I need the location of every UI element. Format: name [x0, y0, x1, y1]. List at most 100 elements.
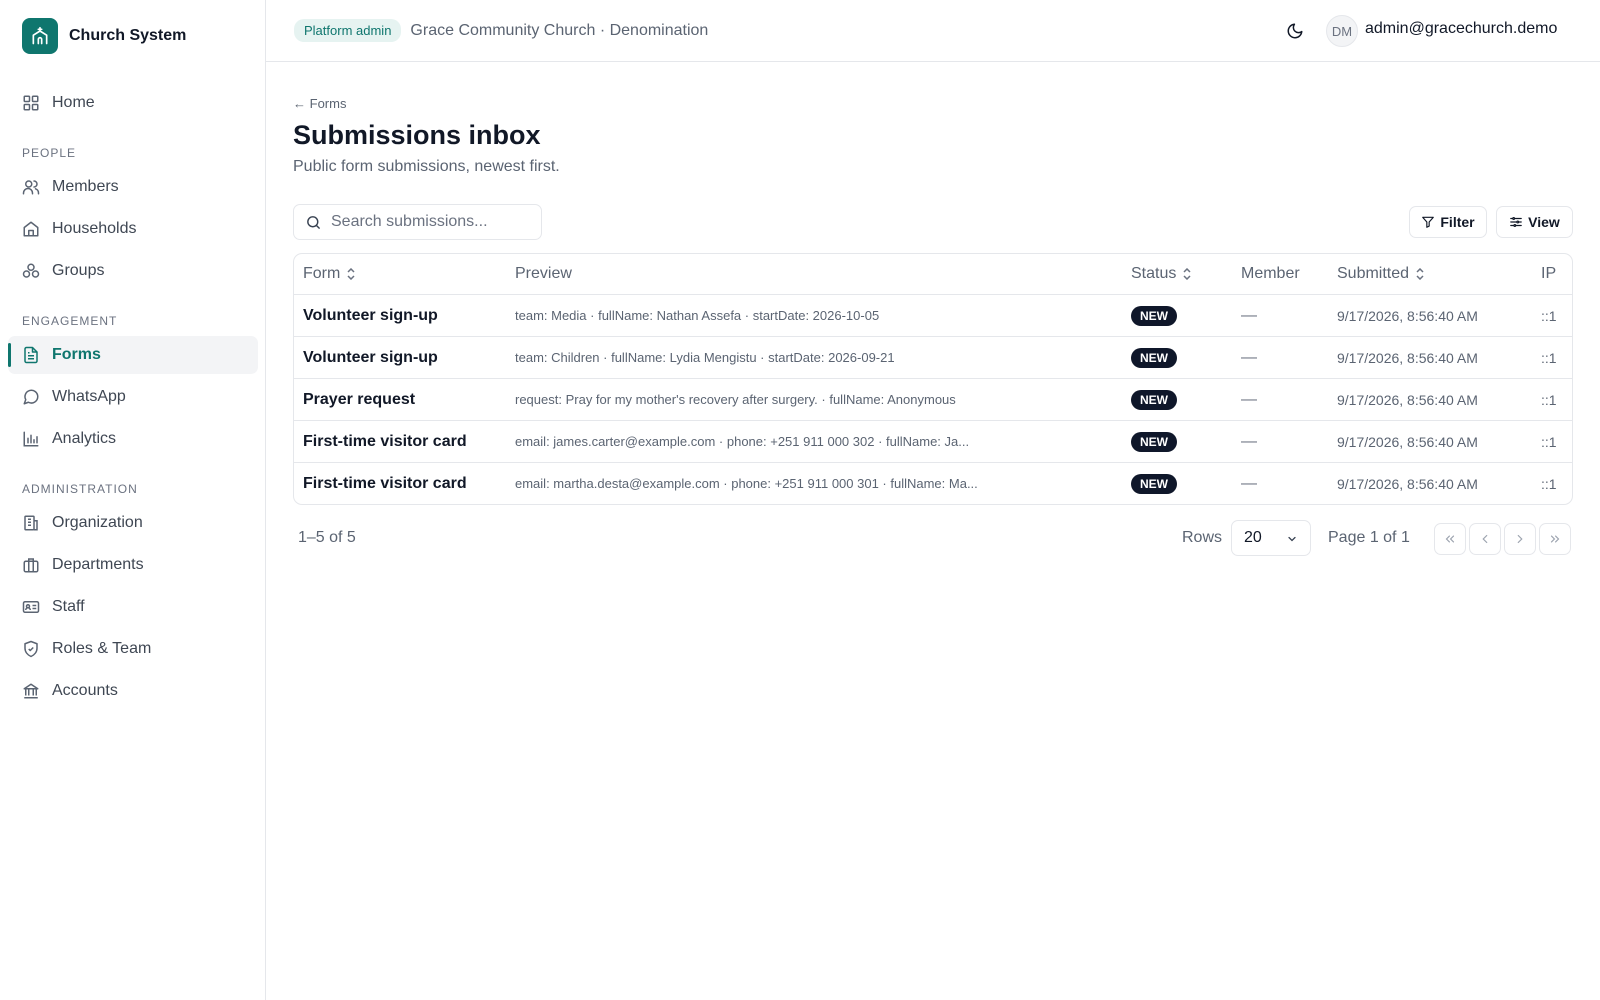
filter-icon	[1422, 216, 1435, 228]
sidebar-item-accounts[interactable]: Accounts	[8, 672, 258, 710]
status-cell: NEW	[1131, 389, 1177, 410]
cell-preview: email: james.carter@example.com · phone:…	[515, 434, 970, 449]
home-icon	[23, 221, 39, 237]
cell-preview: email: martha.desta@example.com · phone:…	[515, 476, 978, 491]
shield-check-icon	[24, 640, 38, 658]
sidebar-item-members[interactable]: Members	[8, 168, 258, 206]
sidebar-item-whatsapp[interactable]: WhatsApp	[8, 378, 258, 416]
table-row[interactable]: Prayer request request: Pray for my moth…	[294, 378, 1572, 420]
chevron-down-icon	[1288, 536, 1296, 542]
status-cell: NEW	[1131, 473, 1177, 494]
sidebar-item-groups[interactable]: Groups	[8, 252, 258, 290]
cell-submitted: 9/17/2026, 8:56:40 AM	[1337, 391, 1478, 408]
cell-member: —	[1241, 432, 1257, 450]
status-cell: NEW	[1131, 305, 1177, 326]
cell-preview: team: Children · fullName: Lydia Mengist…	[515, 350, 895, 365]
sidebar-item-organization[interactable]: Organization	[8, 504, 258, 542]
sort-icon	[1416, 268, 1424, 280]
sidebar-item-label: Accounts	[52, 682, 118, 699]
brand-name: Church System	[69, 27, 187, 44]
grid-icon	[23, 95, 39, 111]
cell-ip: ::1	[1541, 349, 1557, 366]
rows-per-page-value: 20	[1244, 529, 1262, 546]
status-badge: NEW	[1131, 431, 1177, 452]
view-label: View	[1528, 214, 1560, 230]
next-page-button[interactable]	[1504, 523, 1536, 555]
chevron-right-icon	[1517, 534, 1523, 544]
sidebar-item-roles[interactable]: Roles & Team	[8, 630, 258, 668]
sidebar: Church System Home PEOPLE Members Househ…	[0, 0, 266, 1000]
sidebar-item-households[interactable]: Households	[8, 210, 258, 248]
sidebar-item-staff[interactable]: Staff	[8, 588, 258, 626]
sliders-icon	[1510, 217, 1523, 227]
sidebar-item-departments[interactable]: Departments	[8, 546, 258, 584]
building-icon	[24, 515, 38, 531]
platform-admin-badge: Platform admin	[294, 19, 402, 42]
sidebar-item-label: WhatsApp	[52, 388, 126, 405]
column-header-preview: Preview	[515, 265, 572, 282]
row-count: 1–5 of 5	[298, 529, 356, 546]
avatar[interactable]: DM	[1326, 15, 1358, 47]
column-header-submitted[interactable]: Submitted	[1337, 265, 1425, 283]
chevrons-right-icon	[1550, 535, 1560, 543]
table-row[interactable]: First-time visitor card email: james.car…	[294, 420, 1572, 462]
cell-submitted: 9/17/2026, 8:56:40 AM	[1337, 307, 1478, 324]
status-cell: NEW	[1131, 431, 1177, 452]
search-input[interactable]: Search submissions...	[293, 204, 542, 240]
cell-ip: ::1	[1541, 307, 1557, 324]
status-cell: NEW	[1131, 347, 1177, 368]
cell-member: —	[1241, 390, 1257, 408]
cell-ip: ::1	[1541, 433, 1557, 450]
sidebar-item-label: Departments	[52, 556, 144, 573]
theme-toggle-button[interactable]	[1284, 20, 1306, 42]
cell-member: —	[1241, 474, 1257, 492]
table-header-row: Form Preview Status Member Submitted IP	[294, 254, 1572, 294]
column-header-label: Form	[303, 265, 341, 282]
cell-preview: team: Media · fullName: Nathan Assefa · …	[515, 308, 880, 323]
topbar: Platform admin Grace Community Church · …	[266, 0, 1600, 62]
cell-form: First-time visitor card	[303, 474, 467, 492]
chevron-left-icon	[1482, 534, 1488, 544]
church-icon	[22, 18, 58, 54]
table-row[interactable]: First-time visitor card email: martha.de…	[294, 462, 1572, 504]
sidebar-item-label: Roles & Team	[52, 640, 152, 657]
user-email[interactable]: admin@gracechurch.demo	[1365, 20, 1557, 38]
briefcase-icon	[23, 558, 39, 573]
cell-member: —	[1241, 348, 1257, 366]
column-header-status[interactable]: Status	[1131, 265, 1192, 283]
page-subtitle: Public form submissions, newest first.	[293, 158, 560, 175]
brand[interactable]: Church System	[22, 18, 186, 54]
sort-icon	[347, 268, 355, 280]
last-page-button[interactable]	[1539, 523, 1571, 555]
nav-section-people: PEOPLE	[22, 146, 77, 160]
sort-icon	[1183, 268, 1191, 280]
org-context: Grace Community Church · Denomination	[410, 21, 709, 39]
filter-label: Filter	[1440, 214, 1475, 230]
table-row[interactable]: Volunteer sign-up team: Children · fullN…	[294, 336, 1572, 378]
sidebar-nav: Home PEOPLE Members Households Groups EN…	[8, 84, 258, 714]
rows-per-page-select[interactable]: 20	[1231, 520, 1311, 556]
cell-form: Prayer request	[303, 390, 416, 408]
sidebar-item-home[interactable]: Home	[8, 84, 258, 122]
sidebar-item-label: Households	[52, 220, 137, 237]
sidebar-item-analytics[interactable]: Analytics	[8, 420, 258, 458]
table-row[interactable]: Volunteer sign-up team: Media · fullName…	[294, 294, 1572, 336]
back-link[interactable]: ← Forms	[293, 96, 346, 111]
column-header-ip: IP	[1541, 265, 1557, 282]
message-circle-icon	[23, 389, 39, 405]
view-button[interactable]: View	[1496, 206, 1573, 238]
filter-button[interactable]: Filter	[1409, 206, 1487, 238]
status-badge: NEW	[1131, 347, 1177, 368]
sidebar-item-forms[interactable]: Forms	[8, 336, 258, 374]
moon-icon	[1287, 23, 1303, 39]
first-page-button[interactable]	[1434, 523, 1466, 555]
cell-form: Volunteer sign-up	[303, 348, 438, 366]
sidebar-item-label: Members	[52, 178, 119, 195]
cell-ip: ::1	[1541, 391, 1557, 408]
prev-page-button[interactable]	[1469, 523, 1501, 555]
column-header-form[interactable]: Form	[303, 265, 356, 283]
sidebar-item-label: Forms	[52, 346, 101, 363]
sidebar-item-label: Staff	[52, 598, 85, 615]
sidebar-item-label: Analytics	[52, 430, 117, 447]
arrow-left-icon: ←	[293, 96, 310, 111]
